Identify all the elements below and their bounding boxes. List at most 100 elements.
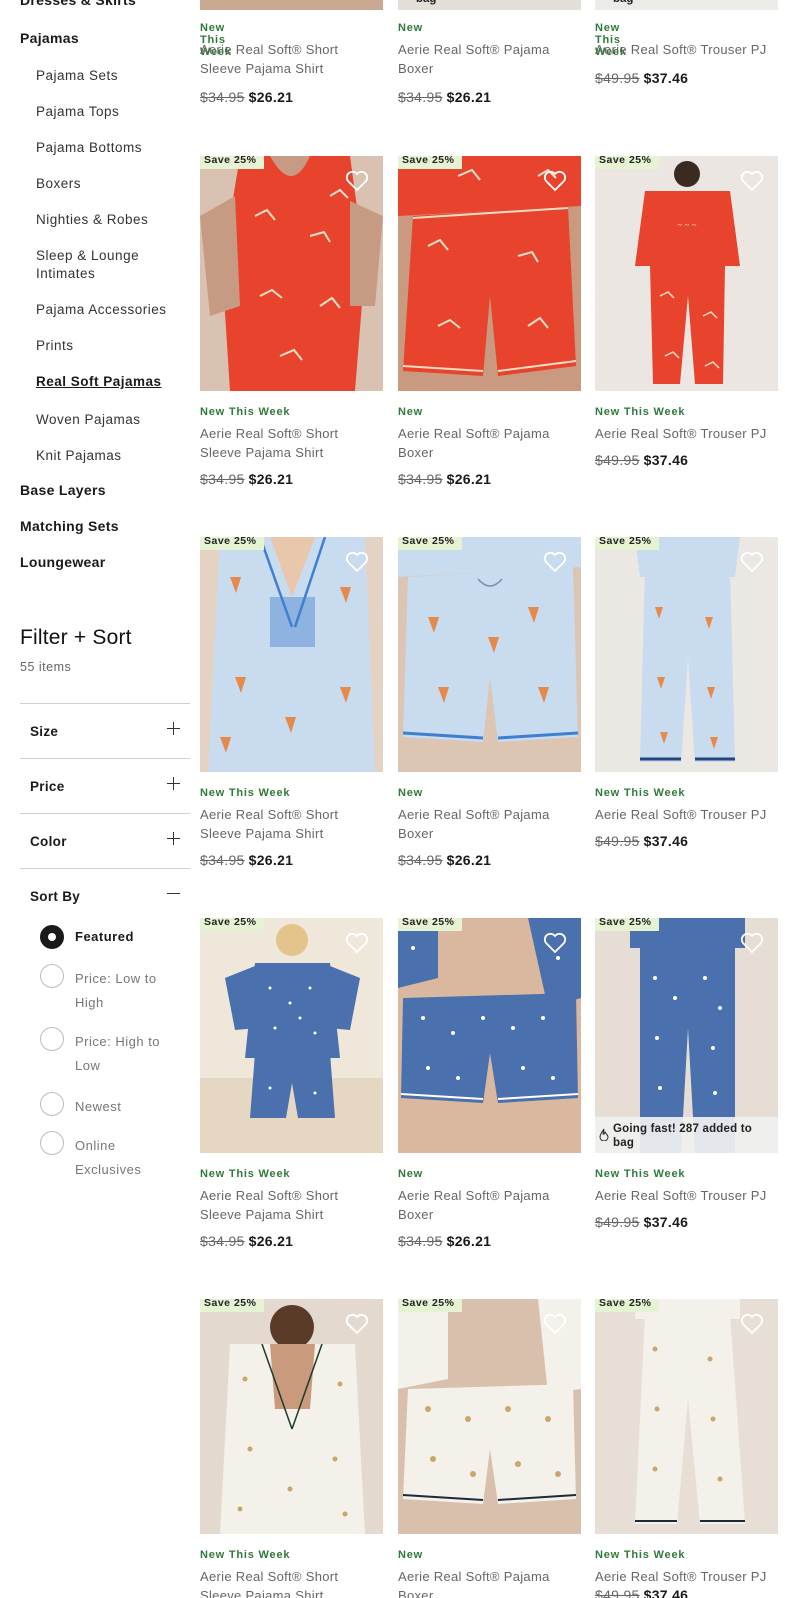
subcategory-pajama-sets[interactable]: Pajama Sets	[36, 67, 186, 85]
heart-icon[interactable]	[543, 551, 567, 573]
heart-icon[interactable]	[740, 932, 764, 954]
product-tag: New This Week	[200, 1168, 291, 1180]
product-price: $49.95 $37.46	[595, 70, 688, 86]
subcategory-pajama-bottoms[interactable]: Pajama Bottoms	[36, 139, 186, 157]
product-image[interactable]: Save 25%	[200, 918, 383, 1153]
category-loungewear[interactable]: Loungewear	[20, 554, 105, 570]
subcategory-pajama-accessories[interactable]: Pajama Accessories	[36, 301, 186, 319]
subcategory-woven-pajamas[interactable]: Woven Pajamas	[36, 411, 186, 429]
sort-option-online-exclusives[interactable]: Online Exclusives	[40, 1131, 180, 1181]
subcategory-prints[interactable]: Prints	[36, 337, 186, 355]
product-name[interactable]: Aerie Real Soft® Short Sleeve Pajama Shi…	[200, 805, 383, 843]
radio-icon[interactable]	[40, 1092, 64, 1116]
product-name[interactable]: Aerie Real Soft® Pajama Boxer	[398, 805, 581, 843]
subcategory-sleep-lounge-intimates[interactable]: Sleep & Lounge Intimates	[36, 247, 156, 283]
product-image[interactable]	[200, 0, 383, 10]
product-image[interactable]: Save 25%	[200, 156, 383, 391]
product-image[interactable]: Save 25%	[595, 1299, 778, 1534]
sale-badge: Save 25%	[595, 1299, 660, 1312]
sale-price: $26.21	[248, 852, 294, 868]
radio-selected-icon[interactable]	[40, 925, 64, 949]
subcategory-pajama-tops[interactable]: Pajama Tops	[36, 103, 186, 121]
sort-option-price-low-high[interactable]: Price: Low to High	[40, 964, 180, 1014]
radio-icon[interactable]	[40, 1131, 64, 1155]
product-image[interactable]: Save 25%	[398, 918, 581, 1153]
heart-icon[interactable]	[345, 932, 369, 954]
product-name[interactable]: Aerie Real Soft® Short Sleeve Pajama Shi…	[200, 40, 383, 78]
product-price: $34.95 $26.21	[200, 89, 293, 105]
product-name[interactable]: Aerie Real Soft® Trouser PJ	[595, 1567, 778, 1586]
product-name[interactable]: Aerie Real Soft® Short Sleeve Pajama Shi…	[200, 1567, 383, 1598]
subcategory-nighties-robes[interactable]: Nighties & Robes	[36, 211, 186, 229]
product-image[interactable]: Save 25%	[595, 537, 778, 772]
product-name[interactable]: Aerie Real Soft® Pajama Boxer	[398, 424, 581, 462]
category-dresses-skirts[interactable]: Dresses & Skirts	[20, 0, 136, 8]
sale-price: $26.21	[446, 89, 492, 105]
sort-option-featured[interactable]: Featured	[40, 925, 180, 951]
heart-icon[interactable]	[345, 1313, 369, 1335]
sale-badge: Save 25%	[200, 918, 265, 931]
sale-price: $37.46	[643, 833, 689, 849]
category-pajamas[interactable]: Pajamas	[20, 30, 79, 46]
sale-price: $37.46	[643, 452, 689, 468]
product-price: $34.95 $26.21	[398, 852, 491, 868]
going-fast-banner: Going fast! 287 added to bag	[595, 1117, 778, 1153]
sort-option-label: Price: Low to High	[75, 971, 157, 1010]
product-image[interactable]: Save 25%	[200, 1299, 383, 1534]
product-name[interactable]: Aerie Real Soft® Short Sleeve Pajama Shi…	[200, 424, 383, 462]
sort-option-label: Featured	[75, 929, 134, 944]
heart-icon[interactable]	[740, 170, 764, 192]
going-fast-fragment: bag	[613, 0, 633, 5]
plus-icon	[167, 777, 180, 790]
subcategory-knit-pajamas[interactable]: Knit Pajamas	[36, 447, 186, 465]
product-name[interactable]: Aerie Real Soft® Trouser PJ	[595, 40, 778, 59]
sort-by-accordion[interactable]: Sort By	[20, 868, 190, 923]
plus-icon	[167, 722, 180, 735]
heart-icon[interactable]	[543, 1313, 567, 1335]
filter-size-accordion[interactable]: Size	[20, 703, 190, 758]
heart-icon[interactable]	[543, 932, 567, 954]
original-price: $34.95	[398, 89, 443, 105]
product-name[interactable]: Aerie Real Soft® Pajama Boxer	[398, 1186, 581, 1224]
heart-icon[interactable]	[345, 551, 369, 573]
product-name[interactable]: Aerie Real Soft® Trouser PJ	[595, 424, 778, 443]
product-image[interactable]: Save 25%	[398, 537, 581, 772]
heart-icon[interactable]	[740, 551, 764, 573]
product-name[interactable]: Aerie Real Soft® Trouser PJ	[595, 805, 778, 824]
heart-icon[interactable]	[543, 170, 567, 192]
product-price: $34.95 $26.21	[200, 1233, 293, 1249]
product-image[interactable]: ~ ~ ~ Save 25%	[595, 156, 778, 391]
radio-icon[interactable]	[40, 1027, 64, 1051]
subcategory-boxers[interactable]: Boxers	[36, 175, 186, 193]
product-name[interactable]: Aerie Real Soft® Pajama Boxer	[398, 40, 581, 78]
product-name[interactable]: Aerie Real Soft® Trouser PJ	[595, 1186, 778, 1205]
sort-option-newest[interactable]: Newest	[40, 1092, 180, 1118]
product-tag: New This Week	[595, 406, 686, 418]
category-matching-sets[interactable]: Matching Sets	[20, 518, 119, 534]
original-price: $34.95	[398, 471, 443, 487]
original-price: $49.95	[595, 1587, 640, 1598]
heart-icon[interactable]	[740, 1313, 764, 1335]
sale-badge: Save 25%	[595, 156, 660, 169]
original-price: $34.95	[200, 471, 245, 487]
product-image[interactable]: Save 25% Going fast! 287 added to bag	[595, 918, 778, 1153]
sale-badge: Save 25%	[595, 918, 660, 931]
radio-icon[interactable]	[40, 964, 64, 988]
sort-option-price-high-low[interactable]: Price: High to Low	[40, 1027, 180, 1077]
product-image[interactable]: Save 25%	[200, 537, 383, 772]
product-image[interactable]: Save 25%	[398, 1299, 581, 1534]
product-price: $34.95 $26.21	[398, 1233, 491, 1249]
product-image[interactable]: bag	[595, 0, 778, 10]
subcategory-real-soft-pajamas[interactable]: Real Soft Pajamas	[36, 373, 186, 391]
product-image[interactable]: Save 25%	[398, 156, 581, 391]
filter-color-accordion[interactable]: Color	[20, 813, 190, 868]
product-name[interactable]: Aerie Real Soft® Short Sleeve Pajama Shi…	[200, 1186, 383, 1224]
filter-price-accordion[interactable]: Price	[20, 758, 190, 813]
filter-price-label: Price	[30, 779, 65, 794]
product-image[interactable]: bag	[398, 0, 581, 10]
product-name[interactable]: Aerie Real Soft® Pajama Boxer	[398, 1567, 581, 1598]
sort-by-label: Sort By	[30, 889, 81, 904]
heart-icon[interactable]	[345, 170, 369, 192]
category-base-layers[interactable]: Base Layers	[20, 482, 106, 498]
sale-price: $37.46	[643, 70, 689, 86]
